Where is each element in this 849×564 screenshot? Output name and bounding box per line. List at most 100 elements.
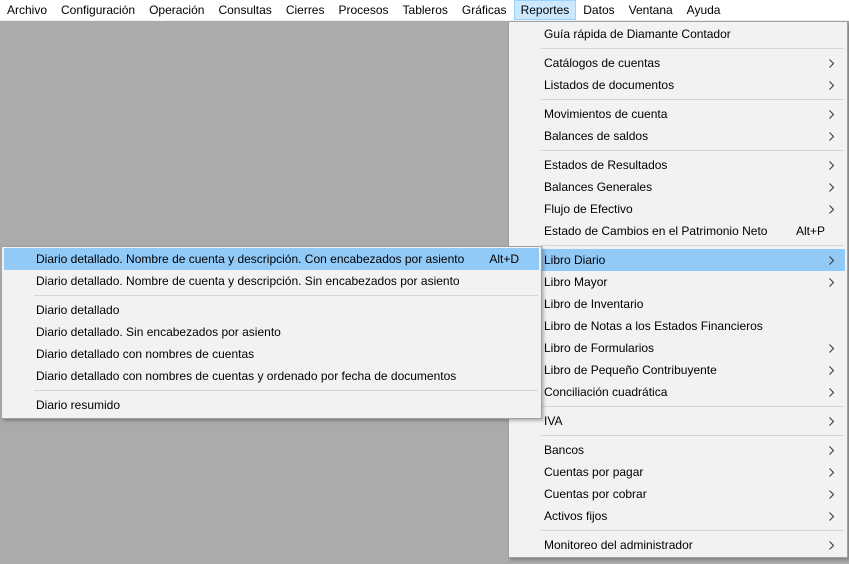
menu-item-estado-cambios[interactable]: Estado de Cambios en el Patrimonio Neto A… bbox=[511, 220, 845, 242]
submenu-item-diario-con-encabezados[interactable]: Diario detallado. Nombre de cuenta y des… bbox=[4, 248, 539, 270]
libro-diario-submenu: Diario detallado. Nombre de cuenta y des… bbox=[1, 246, 542, 419]
menu-item-cuentas-cobrar[interactable]: Cuentas por cobrar bbox=[511, 483, 845, 505]
menu-item-label: Cuentas por cobrar bbox=[544, 487, 647, 501]
chevron-right-icon bbox=[827, 505, 835, 527]
submenu-item-diario-resumido[interactable]: Diario resumido bbox=[4, 394, 539, 416]
menu-separator bbox=[511, 403, 845, 410]
chevron-right-icon bbox=[827, 461, 835, 483]
menu-separator bbox=[511, 527, 845, 534]
menu-item-label: Estado de Cambios en el Patrimonio Neto bbox=[544, 224, 768, 238]
menu-item-label: Activos fijos bbox=[544, 509, 608, 523]
chevron-right-icon bbox=[827, 271, 835, 293]
chevron-right-icon bbox=[827, 337, 835, 359]
menu-item-label: Libro de Pequeño Contribuyente bbox=[544, 363, 717, 377]
menu-bar: Archivo Configuración Operación Consulta… bbox=[0, 0, 849, 20]
chevron-right-icon bbox=[827, 176, 835, 198]
menu-separator bbox=[511, 45, 845, 52]
menu-item-catalogos[interactable]: Catálogos de cuentas bbox=[511, 52, 845, 74]
menu-item-label: Estados de Resultados bbox=[544, 158, 668, 172]
submenu-item-diario-nombres-cuentas[interactable]: Diario detallado con nombres de cuentas bbox=[4, 343, 539, 365]
menu-item-label: IVA bbox=[544, 414, 563, 428]
menu-item-label: Balances de saldos bbox=[544, 129, 649, 143]
menu-item-label: Catálogos de cuentas bbox=[544, 56, 661, 70]
menu-operacion[interactable]: Operación bbox=[142, 0, 211, 20]
chevron-right-icon bbox=[827, 103, 835, 125]
menu-item-movimientos[interactable]: Movimientos de cuenta bbox=[511, 103, 845, 125]
chevron-right-icon bbox=[827, 359, 835, 381]
menu-item-libro-formularios[interactable]: Libro de Formularios bbox=[511, 337, 845, 359]
menu-item-label: Diario detallado. Sin encabezados por as… bbox=[36, 325, 281, 339]
menu-item-label: Libro de Notas a los Estados Financieros bbox=[544, 319, 763, 333]
menu-item-activos-fijos[interactable]: Activos fijos bbox=[511, 505, 845, 527]
menu-cierres[interactable]: Cierres bbox=[279, 0, 332, 20]
menu-tableros[interactable]: Tableros bbox=[396, 0, 455, 20]
menu-item-label: Diario resumido bbox=[36, 398, 121, 412]
menu-datos[interactable]: Datos bbox=[576, 0, 621, 20]
reportes-dropdown: Guía rápida de Diamante Contador Catálog… bbox=[508, 21, 848, 558]
menu-archivo[interactable]: Archivo bbox=[0, 0, 54, 20]
menu-separator bbox=[4, 292, 539, 299]
menu-item-label: Monitoreo del administrador bbox=[544, 538, 693, 552]
shortcut-label: Alt+P bbox=[795, 224, 825, 238]
menu-item-label: Diario detallado con nombres de cuentas bbox=[36, 347, 255, 361]
chevron-right-icon bbox=[827, 534, 835, 556]
menu-item-iva[interactable]: IVA bbox=[511, 410, 845, 432]
menu-item-libro-mayor[interactable]: Libro Mayor bbox=[511, 271, 845, 293]
menu-item-estados-resultados[interactable]: Estados de Resultados bbox=[511, 154, 845, 176]
menu-item-cuentas-pagar[interactable]: Cuentas por pagar bbox=[511, 461, 845, 483]
submenu-item-diario-detallado-sin-encabezados[interactable]: Diario detallado. Sin encabezados por as… bbox=[4, 321, 539, 343]
menu-item-bancos[interactable]: Bancos bbox=[511, 439, 845, 461]
menu-separator bbox=[4, 387, 539, 394]
chevron-right-icon bbox=[827, 198, 835, 220]
menu-item-balances-generales[interactable]: Balances Generales bbox=[511, 176, 845, 198]
chevron-right-icon bbox=[827, 410, 835, 432]
menu-item-label: Libro Mayor bbox=[544, 275, 608, 289]
menu-item-label: Libro de Inventario bbox=[544, 297, 644, 311]
menu-item-libro-inventario[interactable]: Libro de Inventario bbox=[511, 293, 845, 315]
shortcut-label: Alt+D bbox=[489, 252, 519, 266]
menu-consultas[interactable]: Consultas bbox=[211, 0, 278, 20]
menu-item-balances-saldos[interactable]: Balances de saldos bbox=[511, 125, 845, 147]
menu-item-label: Balances Generales bbox=[544, 180, 653, 194]
menu-separator bbox=[511, 147, 845, 154]
menu-item-conciliacion[interactable]: Conciliación cuadrática bbox=[511, 381, 845, 403]
menu-separator bbox=[511, 242, 845, 249]
menu-item-label: Conciliación cuadrática bbox=[544, 385, 668, 399]
submenu-item-diario-sin-encabezados[interactable]: Diario detallado. Nombre de cuenta y des… bbox=[4, 270, 539, 292]
menu-item-libro-notas[interactable]: Libro de Notas a los Estados Financieros bbox=[511, 315, 845, 337]
chevron-right-icon bbox=[827, 439, 835, 461]
chevron-right-icon bbox=[827, 52, 835, 74]
chevron-right-icon bbox=[827, 125, 835, 147]
chevron-right-icon bbox=[827, 154, 835, 176]
menu-item-label: Diario detallado bbox=[36, 303, 120, 317]
menu-item-label: Flujo de Efectivo bbox=[544, 202, 633, 216]
menu-separator bbox=[511, 96, 845, 103]
menu-ayuda[interactable]: Ayuda bbox=[680, 0, 728, 20]
menu-ventana[interactable]: Ventana bbox=[622, 0, 680, 20]
menu-procesos[interactable]: Procesos bbox=[331, 0, 395, 20]
menu-item-label: Diario detallado con nombres de cuentas … bbox=[36, 369, 457, 383]
menu-graficas[interactable]: Gráficas bbox=[455, 0, 514, 20]
submenu-item-diario-detallado[interactable]: Diario detallado bbox=[4, 299, 539, 321]
menu-item-label: Diario detallado. Nombre de cuenta y des… bbox=[36, 252, 465, 266]
menu-item-flujo-efectivo[interactable]: Flujo de Efectivo bbox=[511, 198, 845, 220]
menu-item-label: Libro Diario bbox=[544, 253, 606, 267]
menu-item-label: Listados de documentos bbox=[544, 78, 675, 92]
chevron-right-icon bbox=[827, 483, 835, 505]
menu-item-label: Guía rápida de Diamante Contador bbox=[544, 27, 731, 41]
submenu-item-diario-ordenado-fecha[interactable]: Diario detallado con nombres de cuentas … bbox=[4, 365, 539, 387]
menu-item-label: Bancos bbox=[544, 443, 585, 457]
chevron-right-icon bbox=[827, 381, 835, 403]
menu-item-monitoreo[interactable]: Monitoreo del administrador bbox=[511, 534, 845, 556]
chevron-right-icon bbox=[827, 249, 835, 271]
chevron-right-icon bbox=[827, 74, 835, 96]
menu-item-libro-diario[interactable]: Libro Diario bbox=[511, 249, 845, 271]
menu-separator bbox=[511, 432, 845, 439]
menu-item-libro-pequeno[interactable]: Libro de Pequeño Contribuyente bbox=[511, 359, 845, 381]
menu-item-listados[interactable]: Listados de documentos bbox=[511, 74, 845, 96]
menu-item-label: Diario detallado. Nombre de cuenta y des… bbox=[36, 274, 460, 288]
menu-item-guia[interactable]: Guía rápida de Diamante Contador bbox=[511, 23, 845, 45]
menu-configuracion[interactable]: Configuración bbox=[54, 0, 142, 20]
menu-item-label: Cuentas por pagar bbox=[544, 465, 644, 479]
menu-reportes[interactable]: Reportes bbox=[513, 0, 577, 20]
